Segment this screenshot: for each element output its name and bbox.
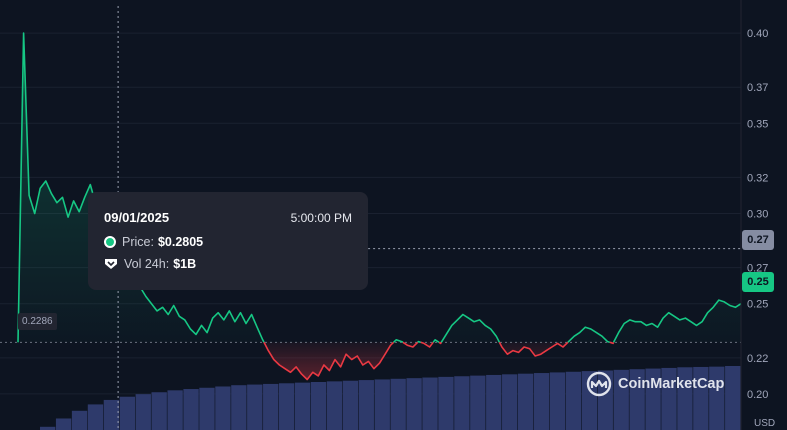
volume-bar [454,376,470,430]
y-tick-label: 0.30 [747,208,768,220]
y-tick-label: 0.20 [747,389,768,401]
y-tick-label: 0.37 [747,82,768,94]
volume-bar [278,383,295,430]
y-tick-label: 0.32 [747,172,768,184]
volume-bar [151,392,167,430]
volume-bar [470,375,486,430]
volume-bar [199,387,215,430]
y-tick-label: 0.25 [747,299,768,311]
tooltip-price-row: Price: $0.2805 [104,235,352,249]
volume-bar [358,380,374,430]
volume-bar [517,373,534,430]
coinmarketcap-watermark: CoinMarketCap [586,371,724,397]
volume-bar [390,378,406,430]
volume-bar [135,394,151,430]
y-tick-label: 0.35 [747,118,768,130]
volume-bar [374,379,390,430]
price-area-above-baseline [18,33,741,343]
volume-bar [326,381,343,430]
volume-bar [119,396,135,430]
volume-bar [87,404,104,430]
volume-bar [342,380,359,430]
volume-bar [549,372,566,430]
tooltip-price-label: Price: [122,235,154,249]
price-line-segment-up [417,340,421,344]
tooltip-price-value: $0.2805 [157,235,204,249]
volume-bar [565,371,582,430]
tooltip-volume-label: Vol 24h: [124,257,170,271]
y-tick-label: 0.40 [747,28,768,40]
y-axis-ticks: 0.400.370.350.320.300.270.250.220.20 [747,28,768,401]
volume-bar [71,410,88,430]
price-chart-panel: 0.40 0.37 0.35 0.32 0.30 0.27 0.25 0.22 0.20 0.2… [0,0,787,430]
volume-bar [533,373,550,430]
tooltip-date: 09/01/2025 [104,210,170,225]
hover-price-axis-badge: 0.27 [742,230,774,250]
volume-bar [103,399,120,430]
price-dot-icon [104,236,116,248]
price-tooltip: 09/01/2025 5:00:00 PM Price: $0.2805 Vol… [88,192,368,290]
unit-label: USD [754,418,776,429]
volume-bar [502,374,518,430]
volume-bar [231,385,247,430]
volume-bar [406,378,422,430]
volume-bar [183,389,199,430]
current-price-badge: 0.25 [742,272,774,292]
volume-bar [167,390,183,430]
watermark-text: CoinMarketCap [618,376,725,392]
volume-bar [294,382,311,430]
coinmarketcap-logo-icon [586,371,612,397]
baseline-label: 0.2286 [18,313,57,330]
tooltip-header: 09/01/2025 5:00:00 PM [104,210,352,225]
volume-bar [55,418,72,430]
volume-bar [725,366,741,430]
volume-shield-icon [105,259,117,269]
volume-bar [263,383,279,430]
volume-bar [486,374,502,430]
price-line-segment-down [438,341,443,345]
volume-bar [215,386,231,430]
y-tick-label: 0.22 [747,353,768,365]
volume-bar [422,377,438,430]
volume-bar [310,382,327,430]
tooltip-time: 5:00:00 PM [290,210,352,225]
price-line-segment-down [609,341,615,345]
tooltip-volume-value: $1B [173,257,197,271]
volume-bar [438,376,454,430]
tooltip-volume-row: Vol 24h: $1B [104,257,352,271]
volume-bar [247,384,263,430]
